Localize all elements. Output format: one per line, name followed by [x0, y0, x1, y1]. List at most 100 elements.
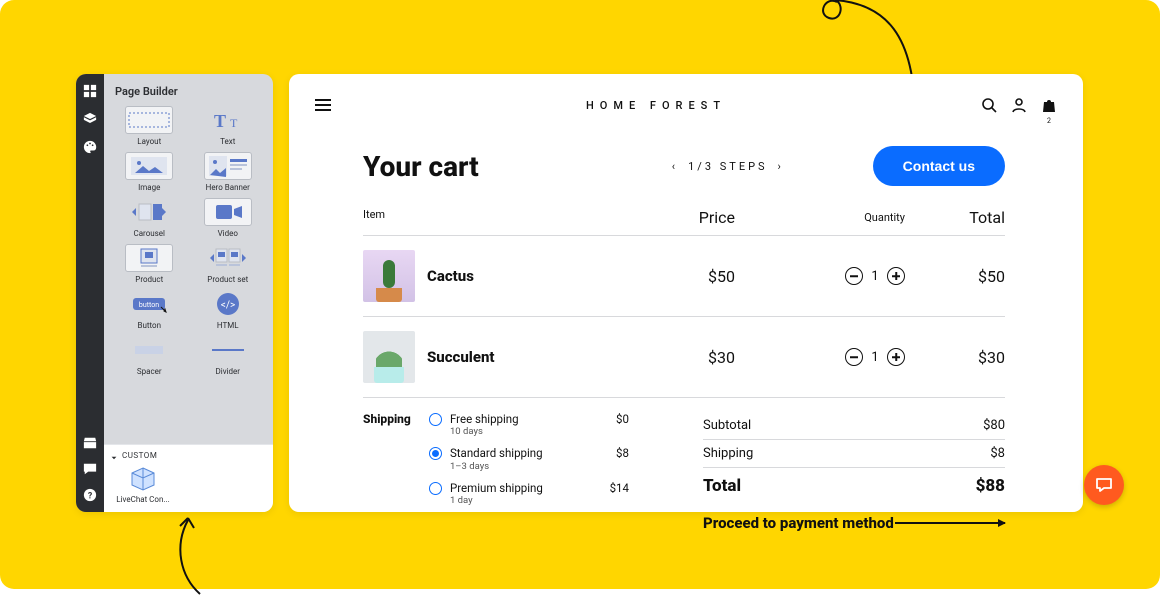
qty-value: 1: [871, 350, 879, 365]
cart-row: Succulent $30 1 $30: [363, 317, 1005, 398]
builder-title: Page Builder: [104, 74, 273, 106]
item-total: $50: [905, 267, 1005, 286]
radio-icon: [429, 447, 442, 460]
qty-value: 1: [871, 269, 879, 284]
store-preview: HOME FOREST 2 Your cart ‹ 1/3 STEPS › Co…: [289, 74, 1083, 512]
cart-row: Cactus $50 1 $50: [363, 236, 1005, 317]
bag-icon[interactable]: 2: [1041, 97, 1057, 113]
radio-icon: [429, 482, 442, 495]
block-text[interactable]: TT Text: [189, 106, 268, 146]
qty-decrease-button[interactable]: [845, 348, 863, 366]
block-label: Product: [135, 275, 163, 284]
arrow-right-icon: [895, 522, 1005, 524]
shipping-option-free[interactable]: Free shipping 10 days $0: [429, 412, 629, 438]
subtotal-label: Subtotal: [703, 418, 751, 433]
block-label: Video: [218, 229, 238, 238]
qty-increase-button[interactable]: [887, 348, 905, 366]
proceed-button[interactable]: Proceed to payment method: [703, 514, 1005, 532]
shipping-label: Standard shipping: [450, 446, 543, 460]
cube-icon: [128, 466, 158, 492]
grid-icon[interactable]: [83, 84, 97, 98]
shipping-total-value: $8: [990, 446, 1005, 461]
total-value: $88: [976, 476, 1005, 496]
svg-text:</>: </>: [221, 300, 235, 311]
shipping-price: $0: [616, 412, 629, 426]
shipping-price: $14: [610, 481, 629, 495]
chat-fab[interactable]: [1084, 465, 1124, 505]
block-label: Spacer: [137, 367, 162, 376]
block-label: Divider: [216, 367, 240, 376]
step-indicator: ‹ 1/3 STEPS ›: [583, 160, 873, 173]
block-label: LiveChat Con...: [116, 495, 169, 504]
block-label: Text: [220, 137, 235, 146]
step-next[interactable]: ›: [778, 160, 784, 173]
custom-heading-label: CUSTOM: [122, 451, 157, 460]
radio-icon: [429, 413, 442, 426]
page-title: Your cart: [363, 150, 583, 183]
block-layout[interactable]: Layout: [110, 106, 189, 146]
shipping-price: $8: [616, 446, 629, 460]
search-icon[interactable]: [981, 97, 997, 113]
proceed-label: Proceed to payment method: [703, 514, 894, 532]
block-spacer[interactable]: Spacer: [110, 336, 189, 376]
comment-icon[interactable]: [83, 462, 97, 476]
cart-table-header: Item Price Quantity Total: [363, 208, 1005, 236]
block-divider[interactable]: Divider: [189, 336, 268, 376]
block-button[interactable]: button Button: [110, 290, 189, 330]
block-product-set[interactable]: Product set: [189, 244, 268, 284]
store-topbar: HOME FOREST 2: [315, 92, 1057, 118]
block-label: Product set: [207, 275, 248, 284]
item-name: Succulent: [427, 348, 495, 366]
shipping-heading: Shipping: [363, 412, 425, 426]
block-video[interactable]: Video: [189, 198, 268, 238]
block-label: Layout: [137, 137, 161, 146]
block-hero-banner[interactable]: Hero Banner: [189, 152, 268, 192]
store-brand: HOME FOREST: [586, 99, 726, 112]
shipping-total-label: Shipping: [703, 446, 753, 461]
builder-block-list: Page Builder Layout TT Text Image: [104, 74, 273, 512]
builder-rail: ?: [76, 74, 104, 512]
contact-us-button[interactable]: Contact us: [873, 146, 1005, 186]
qty-decrease-button[interactable]: [845, 267, 863, 285]
step-label: 1/3 STEPS: [688, 160, 767, 173]
shipping-option-standard[interactable]: Standard shipping 1–3 days $8: [429, 446, 629, 472]
block-carousel[interactable]: Carousel: [110, 198, 189, 238]
shipping-option-premium[interactable]: Premium shipping 1 day $14: [429, 481, 629, 507]
shipping-label: Premium shipping: [450, 481, 543, 495]
block-html[interactable]: </> HTML: [189, 290, 268, 330]
svg-text:button: button: [139, 301, 159, 309]
item-name: Cactus: [427, 267, 474, 285]
item-total: $30: [905, 348, 1005, 367]
step-prev[interactable]: ‹: [672, 160, 678, 173]
block-product[interactable]: Product: [110, 244, 189, 284]
svg-text:?: ?: [88, 492, 93, 502]
item-thumb-cactus: [363, 250, 415, 302]
block-label: Hero Banner: [206, 183, 250, 192]
page-builder-panel: ? Page Builder Layout TT Text: [76, 74, 273, 512]
block-livechat[interactable]: LiveChat Con...: [104, 464, 174, 512]
shipping-sub: 10 days: [450, 426, 519, 438]
subtotal-value: $80: [983, 418, 1005, 433]
shipping-label: Free shipping: [450, 412, 519, 426]
chat-icon: [1095, 476, 1113, 494]
qty-increase-button[interactable]: [887, 267, 905, 285]
shipping-options: Shipping Free shipping 10 days $0: [363, 412, 643, 532]
block-image[interactable]: Image: [110, 152, 189, 192]
custom-section: CUSTOM LiveChat Con...: [104, 444, 273, 512]
svg-text:T: T: [230, 116, 238, 130]
bag-count: 2: [1045, 117, 1053, 125]
layers-icon[interactable]: [83, 112, 97, 126]
totals: Subtotal $80 Shipping $8 Total $88 Proce…: [703, 412, 1005, 532]
custom-heading[interactable]: CUSTOM: [104, 444, 273, 464]
col-item: Item: [363, 208, 635, 227]
block-label: Button: [137, 321, 161, 330]
user-icon[interactable]: [1011, 97, 1027, 113]
shipping-sub: 1 day: [450, 495, 543, 507]
item-thumb-succulent: [363, 331, 415, 383]
help-icon[interactable]: ?: [83, 488, 97, 502]
menu-icon[interactable]: [315, 99, 331, 111]
palette-icon[interactable]: [83, 140, 97, 154]
block-label: Carousel: [134, 229, 165, 238]
store-icon[interactable]: [83, 436, 97, 450]
item-price: $50: [635, 267, 735, 286]
